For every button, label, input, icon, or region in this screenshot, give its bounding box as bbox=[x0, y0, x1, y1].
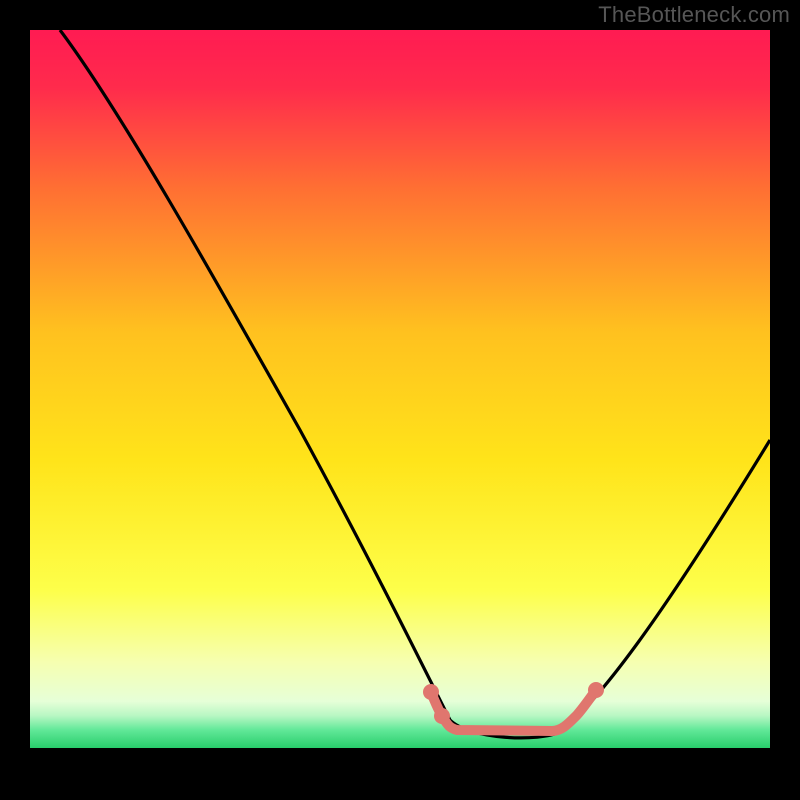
chart-stage: TheBottleneck.com bbox=[0, 0, 800, 800]
coral-dot bbox=[588, 682, 604, 698]
coral-dot bbox=[423, 684, 439, 700]
watermark-text: TheBottleneck.com bbox=[598, 2, 790, 28]
gradient-panel bbox=[30, 30, 770, 748]
bottleneck-chart bbox=[0, 0, 800, 800]
coral-dot bbox=[434, 708, 450, 724]
